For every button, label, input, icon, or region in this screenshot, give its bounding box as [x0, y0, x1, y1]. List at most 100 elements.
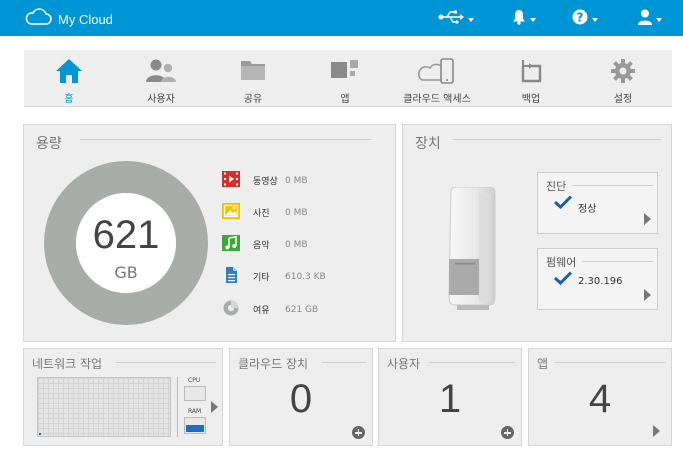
- nav-item-backup[interactable]: 백업: [486, 50, 576, 107]
- nav-item-home[interactable]: 홈: [24, 50, 114, 107]
- ram-meter: [184, 417, 206, 434]
- graph-marker: [39, 433, 41, 435]
- usb-icon: [438, 9, 464, 29]
- legend-photos: 사진 0 MB: [222, 203, 308, 222]
- legend-music: 음악 0 MB: [222, 235, 308, 254]
- capacity-total-unit: GB: [114, 263, 138, 282]
- legend-value: 0 MB: [285, 175, 308, 186]
- apps-icon: [330, 58, 360, 86]
- legend-other: 기타 610.3 KB: [222, 267, 326, 286]
- title-divider: [582, 261, 653, 262]
- nav-item-settings[interactable]: 설정: [578, 50, 668, 107]
- notifications-menu[interactable]: [512, 9, 536, 29]
- nav-item-label: 클라우드 액세스: [403, 94, 471, 105]
- network-activity-panel: 네트워크 작업 CPU RAM: [23, 348, 223, 446]
- bell-icon: [512, 9, 526, 29]
- chevron-right-icon: [644, 213, 651, 225]
- chevron-right-icon: [644, 289, 651, 301]
- help-icon: ?: [572, 9, 588, 29]
- cloud-logo-icon: [24, 8, 52, 30]
- title-divider: [116, 362, 216, 363]
- chevron-right-icon[interactable]: [653, 425, 660, 437]
- ram-meter-fill: [186, 425, 204, 432]
- network-title: 네트워크 작업: [32, 357, 103, 371]
- legend-value: 621 GB: [285, 304, 319, 315]
- nav-item-apps[interactable]: 앱: [300, 50, 390, 107]
- video-icon: [222, 171, 240, 190]
- cloud-devices-count: 0: [289, 377, 313, 421]
- legend-value: 610.3 KB: [285, 271, 326, 282]
- capacity-donut: 621 GB: [44, 161, 208, 325]
- svg-text:?: ?: [577, 11, 584, 25]
- title-divider: [555, 362, 665, 363]
- cloud-access-icon: [417, 58, 457, 90]
- home-icon: [55, 58, 83, 88]
- firmware-title: 펌웨어: [546, 256, 577, 269]
- user-icon: [638, 9, 652, 29]
- chevron-right-icon[interactable]: [211, 401, 218, 413]
- diagnostics-title: 진단: [546, 180, 567, 193]
- device-title: 장치: [415, 136, 441, 152]
- nav-item-shares[interactable]: 공유: [208, 50, 298, 107]
- legend-label: 동영상: [253, 177, 278, 187]
- users-icon: [145, 58, 177, 88]
- document-icon: [222, 267, 240, 286]
- capacity-title: 용량: [36, 136, 62, 152]
- cloud-devices-title: 클라우드 장치: [238, 357, 309, 371]
- nav-item-label: 백업: [521, 94, 541, 105]
- nav-item-label: 앱: [340, 94, 350, 105]
- chevron-down-icon: [468, 18, 474, 22]
- legend-label: 음악: [253, 241, 270, 251]
- device-panel: 장치 진단 정상 펌웨어 2.30.196: [402, 124, 672, 342]
- firmware-box[interactable]: 펌웨어 2.30.196: [537, 248, 658, 310]
- ram-label: RAM: [188, 408, 202, 415]
- top-bar: My Cloud ?: [0, 0, 683, 36]
- title-divider: [80, 139, 371, 140]
- legend-value: 0 MB: [285, 239, 308, 250]
- help-menu[interactable]: ?: [572, 9, 598, 29]
- photo-icon: [222, 203, 240, 222]
- music-icon: [222, 235, 240, 254]
- add-cloud-device-icon[interactable]: [352, 426, 365, 439]
- title-divider: [322, 362, 366, 363]
- nav-item-users[interactable]: 사용자: [116, 50, 206, 107]
- brand-name: My Cloud: [58, 11, 113, 27]
- capacity-panel: 용량 621 GB 동영상 0 MB 사진 0 MB 음악 0 MB 기타 61…: [23, 124, 396, 342]
- logo[interactable]: My Cloud: [24, 8, 113, 30]
- users-title: 사용자: [387, 357, 421, 371]
- device-image: [445, 186, 497, 311]
- usb-menu[interactable]: [438, 9, 474, 29]
- legend-label: 사진: [253, 209, 270, 219]
- user-menu[interactable]: [638, 9, 662, 29]
- legend-free: 여유 621 GB: [222, 300, 318, 319]
- checkmark-icon: [553, 194, 573, 213]
- legend-label: 여유: [253, 306, 270, 316]
- title-divider: [572, 185, 653, 186]
- checkmark-icon: [553, 270, 573, 289]
- add-user-icon[interactable]: [501, 426, 514, 439]
- capacity-total-value: 621: [92, 213, 160, 257]
- diagnostics-box[interactable]: 진단 정상: [537, 172, 658, 234]
- cpu-label: CPU: [188, 377, 201, 384]
- nav-item-label: 홈: [64, 94, 74, 105]
- chevron-down-icon: [530, 18, 536, 22]
- firmware-value: 2.30.196: [578, 276, 623, 287]
- pie-icon: [222, 300, 240, 319]
- users-count: 1: [438, 377, 462, 421]
- diagnostics-value: 정상: [578, 204, 597, 215]
- legend-label: 기타: [253, 273, 270, 283]
- chevron-down-icon: [656, 18, 662, 22]
- chevron-down-icon: [592, 18, 598, 22]
- title-divider: [429, 362, 515, 363]
- apps-panel: 앱 4: [528, 348, 672, 446]
- legend-value: 0 MB: [285, 207, 308, 218]
- users-panel: 사용자 1: [378, 348, 522, 446]
- nav-item-cloud-access[interactable]: 클라우드 액세스: [392, 50, 482, 107]
- legend-videos: 동영상 0 MB: [222, 171, 308, 190]
- nav-item-label: 공유: [243, 94, 263, 105]
- divider: [177, 377, 178, 437]
- apps-title: 앱: [537, 357, 549, 371]
- folder-icon: [240, 58, 266, 86]
- title-divider: [453, 139, 661, 140]
- main-nav: 홈 사용자 공유 앱 클라우드 액세스 백업 설정: [24, 50, 672, 107]
